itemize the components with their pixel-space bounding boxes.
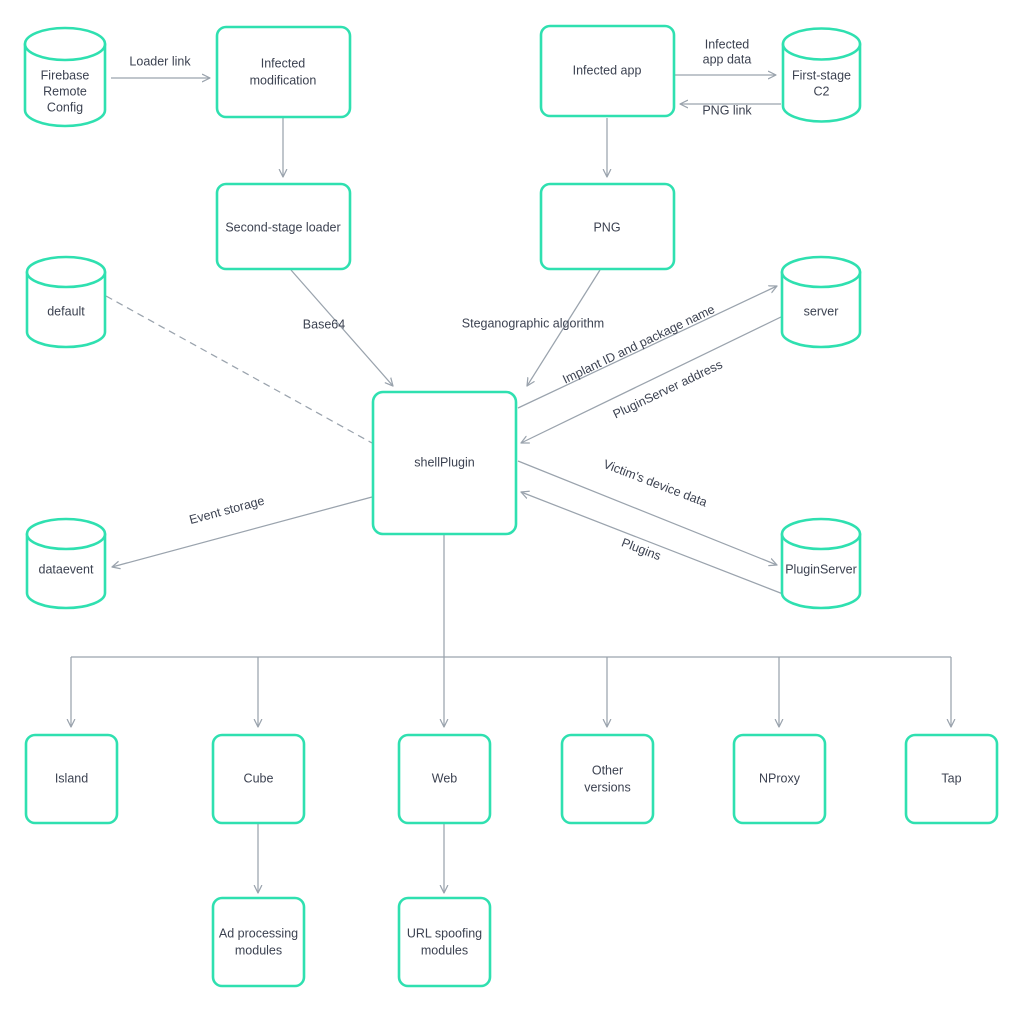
flowchart-svg: Firebase Remote Config Infected modifica… — [23, 24, 999, 988]
node-label-pluginserver: PluginServer — [785, 562, 857, 576]
edge-label-victims-device-data: Victim's device data — [601, 457, 709, 509]
node-label-server: server — [804, 304, 839, 318]
edge-label-event-storage: Event storage — [188, 494, 266, 527]
edge-label-pluginserver-address: PluginServer address — [611, 357, 725, 421]
node-label-url-modules-line2: modules — [421, 943, 468, 957]
node-label-firebase-line3: Config — [47, 100, 83, 114]
node-label-dataevent: dataevent — [39, 562, 94, 576]
node-default[interactable]: default — [25, 255, 107, 349]
node-ad-processing-modules[interactable]: Ad processing modules — [211, 896, 306, 988]
edge-label-base64: Base64 — [303, 317, 345, 331]
node-label-ad-modules-line1: Ad processing — [219, 926, 298, 940]
node-label-infected-modification-line1: Infected — [261, 56, 306, 70]
node-label-firebase-line2: Remote — [43, 84, 87, 98]
node-firebase-remote-config[interactable]: Firebase Remote Config — [23, 26, 107, 128]
edge-label-png-link: PNG link — [702, 103, 752, 117]
edge-label-loader-link: Loader link — [129, 54, 191, 68]
node-label-nproxy: NProxy — [759, 771, 801, 785]
node-pluginserver[interactable]: PluginServer — [780, 517, 862, 610]
node-label-default: default — [47, 304, 85, 318]
node-other-versions[interactable]: Other versions — [560, 733, 655, 825]
node-infected-app[interactable]: Infected app — [539, 24, 676, 118]
node-label-second-stage-loader: Second-stage loader — [225, 220, 340, 234]
node-label-ad-modules-line2: modules — [235, 943, 282, 957]
node-label-web: Web — [432, 771, 458, 785]
node-label-firebase-line1: Firebase — [41, 68, 90, 82]
node-label-tap: Tap — [941, 771, 961, 785]
node-label-island: Island — [55, 771, 88, 785]
edge-label-infected-app-data-line2: app data — [703, 52, 752, 66]
node-label-other-versions-line1: Other — [592, 763, 623, 777]
node-server[interactable]: server — [780, 255, 862, 349]
node-label-shellplugin: shellPlugin — [414, 455, 475, 469]
edge-label-steganographic-algorithm: Steganographic algorithm — [462, 316, 604, 330]
node-dataevent[interactable]: dataevent — [25, 517, 107, 610]
node-island[interactable]: Island — [24, 733, 119, 825]
node-infected-modification[interactable]: Infected modification — [215, 25, 352, 119]
node-label-first-stage-c2-line1: First-stage — [792, 68, 851, 82]
node-label-url-modules-line1: URL spoofing — [407, 926, 482, 940]
edge-label-plugins: Plugins — [620, 535, 663, 563]
node-label-first-stage-c2-line2: C2 — [814, 84, 830, 98]
node-url-spoofing-modules[interactable]: URL spoofing modules — [397, 896, 492, 988]
node-label-infected-modification-line2: modification — [250, 73, 317, 87]
node-label-cube: Cube — [244, 771, 274, 785]
node-tap[interactable]: Tap — [904, 733, 999, 825]
node-label-png: PNG — [593, 220, 620, 234]
edge-label-infected-app-data-line1: Infected — [705, 37, 750, 51]
node-nproxy[interactable]: NProxy — [732, 733, 827, 825]
diagram-canvas: Firebase Remote Config Infected modifica… — [0, 0, 1024, 1013]
node-cube[interactable]: Cube — [211, 733, 306, 825]
node-web[interactable]: Web — [397, 733, 492, 825]
node-label-other-versions-line2: versions — [584, 780, 631, 794]
node-png[interactable]: PNG — [539, 182, 676, 271]
nodes-layer: Firebase Remote Config Infected modifica… — [23, 24, 999, 988]
node-shellplugin[interactable]: shellPlugin — [371, 390, 518, 536]
node-first-stage-c2[interactable]: First-stage C2 — [781, 27, 862, 123]
edge-pluginserver-to-shellplugin — [521, 492, 784, 595]
node-second-stage-loader[interactable]: Second-stage loader — [215, 182, 352, 271]
node-label-infected-app: Infected app — [573, 63, 642, 77]
